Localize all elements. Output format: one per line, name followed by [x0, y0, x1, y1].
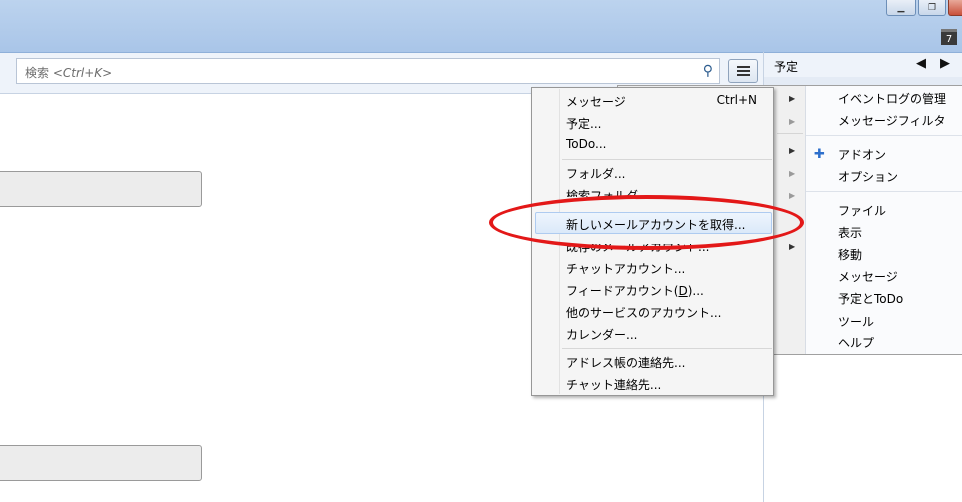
menu-separator — [777, 133, 803, 134]
menu-item-options[interactable]: オプション — [838, 168, 898, 185]
highlight-ellipse — [489, 195, 804, 250]
menu-item-tools[interactable]: ツール — [838, 313, 874, 330]
close-button[interactable] — [948, 0, 962, 16]
submenu-item-message[interactable]: メッセージ — [566, 93, 626, 110]
calendar-pane-header: 予定 ◀ ▶ — [764, 53, 962, 77]
menu-item-events-tasks[interactable]: 予定とToDo — [838, 290, 903, 307]
calendar-pane-title: 予定 — [774, 60, 799, 74]
submenu-item-other-service-account[interactable]: 他のサービスのアカウント... — [566, 304, 721, 321]
title-bar — [0, 0, 962, 53]
menu-item-addons[interactable]: アドオン — [838, 146, 886, 163]
menu-item-go[interactable]: 移動 — [838, 246, 862, 263]
menu-separator — [806, 191, 962, 192]
content-field[interactable] — [0, 171, 202, 207]
search-icon[interactable]: ⚲ — [703, 63, 713, 79]
menu-item-file[interactable]: ファイル — [838, 202, 886, 219]
submenu-item-event[interactable]: 予定... — [566, 115, 601, 132]
submenu-item-chat-contact[interactable]: チャット連絡先... — [566, 376, 661, 393]
menu-item-message-filters[interactable]: メッセージフィルタ — [838, 112, 946, 129]
submenu-arrow-icon: ▶ — [789, 117, 796, 126]
menu-separator — [806, 135, 962, 136]
hamburger-menu-icon — [737, 66, 750, 68]
menu-separator — [562, 159, 772, 160]
puzzle-icon: ✚ — [814, 147, 825, 162]
search-placeholder: 検索 <Ctrl+K> — [25, 66, 113, 80]
menu-item-help[interactable]: ヘルプ — [838, 334, 874, 351]
prev-arrow-icon[interactable]: ◀ — [916, 56, 926, 71]
search-input[interactable]: 検索 <Ctrl+K> ⚲ — [16, 58, 720, 84]
restore-icon: ❐ — [927, 3, 937, 13]
menu-item-message[interactable]: メッセージ — [838, 268, 898, 285]
submenu-arrow-icon: ▶ — [789, 242, 796, 251]
content-field[interactable] — [0, 445, 202, 481]
submenu-arrow-icon: ▶ — [789, 94, 796, 103]
calendar-icon[interactable]: 7 — [941, 29, 957, 45]
minimize-button[interactable]: ▁ — [886, 0, 916, 16]
submenu-item-address-book-contact[interactable]: アドレス帳の連絡先... — [566, 354, 685, 371]
next-arrow-icon[interactable]: ▶ — [940, 56, 950, 71]
submenu-item-task[interactable]: ToDo... — [566, 137, 606, 151]
restore-button[interactable]: ❐ — [918, 0, 946, 16]
submenu-arrow-icon: ▶ — [789, 191, 796, 200]
minimize-icon: ▁ — [897, 3, 905, 13]
submenu-item-folder[interactable]: フォルダ... — [566, 165, 625, 182]
menu-item-event-log[interactable]: イベントログの管理 — [838, 90, 946, 107]
submenu-arrow-icon: ▶ — [789, 169, 796, 178]
app-menu-button[interactable] — [728, 59, 758, 83]
submenu-item-chat-account[interactable]: チャットアカウント... — [566, 260, 685, 277]
menu-item-view[interactable]: 表示 — [838, 224, 862, 241]
menu-separator — [562, 348, 772, 349]
submenu-item-feed-account[interactable]: フィードアカウント(D)... — [566, 282, 704, 299]
shortcut-label: Ctrl+N — [716, 93, 757, 107]
submenu-arrow-icon: ▶ — [789, 146, 796, 155]
submenu-item-calendar[interactable]: カレンダー... — [566, 326, 637, 343]
